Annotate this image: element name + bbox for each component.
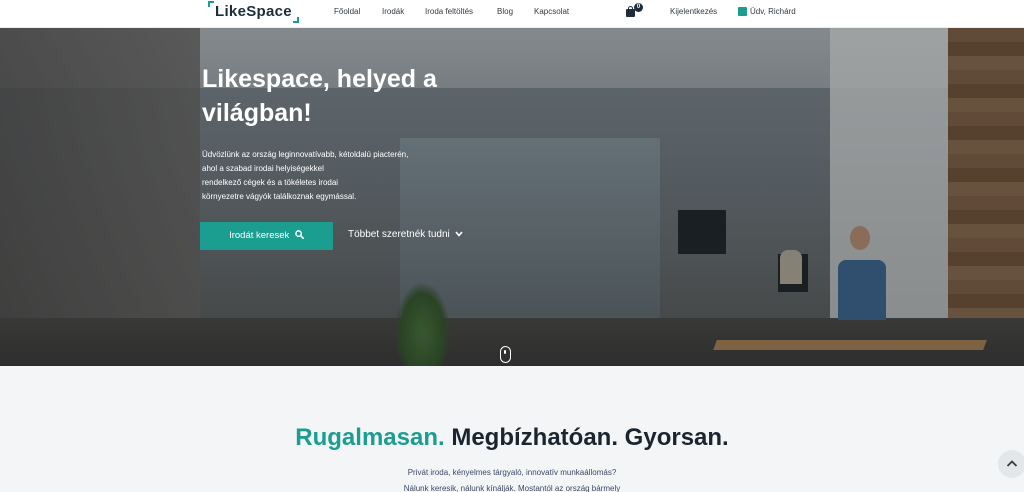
section-subtitle: Privát iroda, kényelmes tárgyaló, innova… [407,468,617,477]
search-office-button[interactable]: Irodát keresek [200,222,333,250]
cart-button[interactable]: 0 [625,3,643,19]
shopping-bag-body [626,9,635,17]
learn-more-button-label: Többet szeretnék tudni [348,229,450,240]
logo[interactable]: LikeSpace [208,1,299,23]
logo-corner-top-left [208,1,214,7]
section-headline-accent: Rugalmasan. [295,424,445,451]
mouse-scroll-icon[interactable] [500,346,511,363]
learn-more-button[interactable]: Többet szeretnék tudni [348,229,463,240]
chevron-up-icon [1006,460,1018,467]
user-greeting[interactable]: Üdv, Richárd [750,7,796,16]
nav-link-blog[interactable]: Blog [497,7,513,16]
cart-count-badge: 0 [634,3,643,12]
hero-description-line: környezetre vágyók találkoznak egymással… [202,192,357,201]
logout-link[interactable]: Kijelentkezés [670,7,717,16]
section-headline-rest: Megbízhatóan. Gyorsan. [444,424,729,451]
hero-description: Üdvözlünk az ország leginnovatívabb, két… [202,148,470,204]
logo-text: LikeSpace [215,2,292,20]
hero-title: Likespace, helyed a világban! [202,62,502,130]
nav-link-offices[interactable]: Irodák [382,7,404,16]
logo-corner-bottom-right [292,17,299,23]
hero-description-line: rendelkező cégek és a tökéletes irodai [202,178,339,187]
navbar: LikeSpace Főoldal Irodák Iroda feltöltés… [0,0,1024,28]
hero-description-line: Üdvözlünk az ország leginnovatívabb, két… [202,150,409,159]
hero-section: Likespace, helyed a világban! Üdvözlünk … [0,28,1024,366]
nav-link-home[interactable]: Főoldal [334,7,360,16]
nav-link-upload-office[interactable]: Iroda feltöltés [425,7,473,16]
section-headline: Rugalmasan. Megbízhatóan. Gyorsan. [0,424,1024,452]
search-office-button-label: Irodát keresek [229,230,290,241]
intro-section: Rugalmasan. Megbízhatóan. Gyorsan. Privá… [0,366,1024,492]
section-subtitle: Nálunk keresik, nálunk kínálják. Mostant… [403,484,621,492]
chevron-down-icon [454,231,463,237]
search-icon [295,230,305,240]
scroll-to-top-button[interactable] [998,450,1024,478]
user-icon [738,7,747,16]
nav-link-contact[interactable]: Kapcsolat [534,7,569,16]
hero-description-line: ahol a szabad irodai helyiségekkel [202,164,324,173]
hero-title-line: világban! [202,99,312,127]
hero-overlay [0,28,1024,366]
hero-title-line: Likespace, helyed a [202,65,437,93]
